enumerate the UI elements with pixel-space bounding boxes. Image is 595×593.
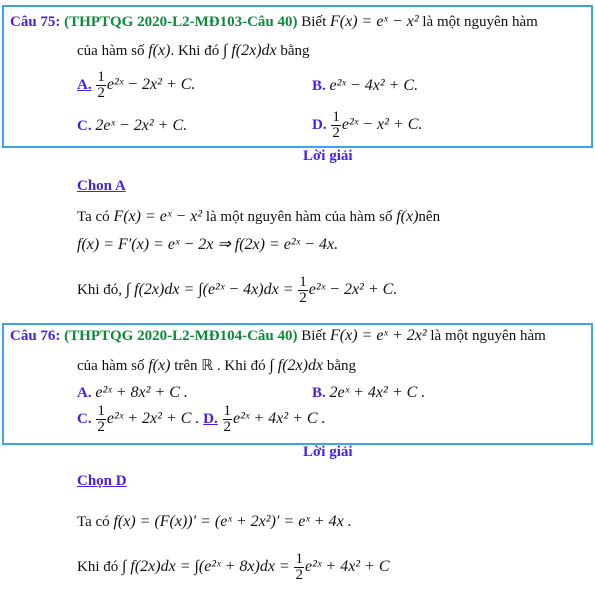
text: 1	[96, 403, 106, 420]
q75-math: F(x) = eˣ − x²	[330, 13, 419, 30]
text: e²ˣ + 8x² + C .	[95, 384, 188, 401]
text: F(x) = eˣ − x²	[113, 208, 203, 225]
q75-text: của hàm số	[77, 43, 145, 59]
q75-option-d[interactable]: D. 1 2 e²ˣ − x² + C.	[312, 110, 422, 141]
option-label: A.	[77, 76, 92, 93]
q75-solution-line3: Khi đó, ∫ f(2x)dx = ∫(e²ˣ − 4x)dx = 1 2 e²…	[77, 275, 397, 306]
q76-option-a[interactable]: A. e²ˣ + 8x² + C .	[77, 384, 188, 402]
q75-solution-line1: Ta có F(x) = eˣ − x² là một nguyên hàm c…	[77, 208, 440, 226]
q75-text: bằng	[280, 43, 310, 59]
text: là một nguyên hàm	[430, 328, 546, 344]
q75-solution-title: Lời giải	[303, 148, 353, 164]
text: 1	[331, 109, 341, 126]
text: 2eˣ + 4x² + C .	[329, 384, 426, 401]
text: 2	[97, 85, 105, 101]
fraction: 12	[331, 110, 341, 141]
text: 1	[222, 403, 233, 420]
q75-option-c[interactable]: C. 2eˣ − 2x² + C.	[77, 117, 187, 135]
text: Khi đó	[77, 558, 119, 575]
text: ∫ f(2x)dx = ∫(e²ˣ − 4x)dx =	[125, 280, 294, 298]
text: Khi đó,	[77, 281, 122, 298]
text: B.	[312, 385, 326, 401]
text: trên ℝ . Khi đó	[174, 358, 266, 374]
q75-answer: Chon A	[77, 178, 126, 194]
q75-solution-line2: f(x) = F′(x) = eˣ − 2x ⇒ f(2x) = e²ˣ − 4…	[77, 236, 339, 253]
text: 1	[96, 69, 106, 86]
text: 2	[97, 419, 105, 435]
q75-option-a[interactable]: A. 1 2 e²ˣ − 2x² + C.	[77, 70, 195, 101]
fraction: 12	[298, 275, 308, 306]
text: e²ˣ + 2x² + C .	[106, 409, 200, 427]
text: A.	[77, 385, 92, 401]
q76-source: (THPTQG 2020-L2-MĐ104-Câu 40)	[64, 328, 298, 344]
text: e²ˣ + 4x² + C	[304, 557, 390, 575]
text: ∫ f(2x)dx	[269, 357, 324, 374]
text: C.	[77, 410, 92, 427]
q75-math: ∫ f(2x)dx	[222, 42, 277, 59]
q76-option-d-label[interactable]: D.	[203, 411, 218, 427]
text: f(x)	[396, 208, 419, 225]
text: 2	[299, 290, 307, 306]
q76-label: Câu 76:	[10, 328, 61, 344]
text: Ta có	[77, 209, 110, 225]
text: 2	[332, 125, 340, 141]
q76-option-c[interactable]: C. 1 2 e²ˣ + 2x² + C . D. 1 2 e²ˣ + 4x² + C …	[77, 404, 326, 435]
fraction: 12	[222, 403, 233, 435]
text: 2	[223, 419, 232, 435]
text: là một nguyên hàm của hàm số	[205, 209, 393, 225]
text: ∫ f(2x)dx = ∫(e²ˣ + 8x)dx =	[122, 557, 290, 575]
q75-text: . Khi đó	[170, 43, 220, 59]
q76-solution-title: Lời giải	[303, 444, 353, 460]
q75-text: là một nguyên hàm	[422, 14, 538, 30]
q76-solution-line1: Ta có f(x) = (F(x))′ = (eˣ + 2x²)′ = eˣ …	[77, 513, 352, 531]
q75-stem-line2: của hàm số f(x). Khi đó ∫ f(2x)dx bằng	[77, 42, 310, 60]
q75-stem-line1: Câu 75: (THPTQG 2020-L2-MĐ103-Câu 40) Bi…	[10, 13, 538, 31]
text: Biết	[301, 328, 327, 344]
q76-stem-line1: Câu 76: (THPTQG 2020-L2-MĐ104-Câu 40) Bi…	[10, 327, 546, 345]
text: e²ˣ − 2x² + C.	[308, 280, 398, 298]
option-expr: e²ˣ − 4x² + C.	[329, 77, 419, 94]
fraction: 12	[294, 552, 304, 583]
option-label: C.	[77, 118, 92, 134]
q75-source: (THPTQG 2020-L2-MĐ103-Câu 40)	[64, 14, 298, 30]
option-expr: e²ˣ − x² + C.	[341, 115, 423, 133]
q75-option-b[interactable]: B. e²ˣ − 4x² + C.	[312, 77, 418, 95]
text: 2	[295, 567, 303, 583]
q76-stem-line2: của hàm số f(x) trên ℝ . Khi đó ∫ f(2x)d…	[77, 356, 356, 375]
text: F(x) = eˣ + 2x²	[330, 327, 427, 344]
option-label: D.	[312, 116, 327, 133]
option-label: B.	[312, 78, 326, 94]
text: nên	[418, 209, 441, 225]
q76-option-b[interactable]: B. 2eˣ + 4x² + C .	[312, 384, 425, 402]
text: 1	[294, 551, 304, 568]
text: f(x) = (F(x))′ = (eˣ + 2x²)′ = eˣ + 4x .	[113, 513, 352, 530]
q75-text: Biết	[301, 14, 327, 30]
q75-math: f(x)	[148, 42, 171, 59]
text: f(x)	[148, 357, 171, 374]
text: của hàm số	[77, 358, 145, 374]
option-expr: 2eˣ − 2x² + C.	[95, 117, 188, 134]
fraction: 12	[96, 404, 106, 435]
text: e²ˣ + 4x² + C .	[233, 409, 326, 427]
q75-label: Câu 75:	[10, 14, 61, 30]
q76-answer: Chọn D	[77, 473, 127, 489]
q76-solution-line2: Khi đó ∫ f(2x)dx = ∫(e²ˣ + 8x)dx = 1 2 e²ˣ…	[77, 552, 390, 583]
text: Ta có	[77, 514, 110, 530]
option-expr: e²ˣ − 2x² + C.	[106, 75, 196, 93]
fraction: 12	[96, 70, 106, 101]
text: bằng	[326, 358, 356, 374]
text: 1	[298, 274, 308, 291]
